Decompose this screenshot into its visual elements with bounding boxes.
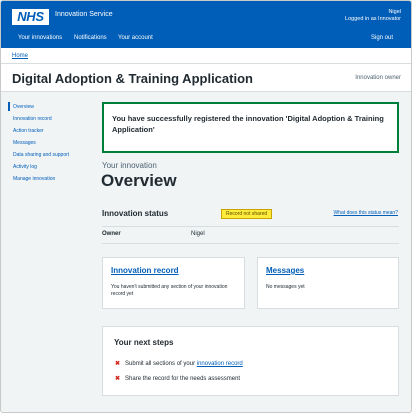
next-step-item: ✖ Share the record for the needs assessme… [115, 375, 240, 382]
title-band: Home Digital Adoption & Training Applica… [1, 48, 411, 92]
account-info: Nigel Logged in as Innovator [345, 9, 401, 23]
innovation-record-text: You haven't submitted any section of you… [111, 284, 228, 297]
primary-nav: Your innovations Notifications Your acco… [1, 30, 411, 48]
next-step-item: ✖ Submit all sections of your innovation … [115, 360, 243, 367]
overview-heading: Overview [101, 171, 177, 190]
service-name[interactable]: Innovation Service [55, 11, 113, 18]
user-name: Nigel [388, 9, 401, 15]
messages-link[interactable]: Messages [266, 266, 304, 275]
sidebar-item-action-tracker[interactable]: Action tracker [13, 128, 44, 134]
status-heading: Innovation status [102, 209, 169, 218]
sidebar-item-manage-innovation[interactable]: Manage innovation [13, 176, 55, 182]
status-help-link[interactable]: What does this status mean? [334, 210, 398, 216]
next-steps-heading: Your next steps [114, 338, 174, 347]
status-divider [102, 226, 399, 227]
sidebar-item-overview[interactable]: Overview [13, 104, 34, 110]
site-header: NHS Innovation Service Nigel Logged in a… [1, 1, 411, 48]
owner-value: Nigel [191, 231, 205, 237]
app-frame: NHS Innovation Service Nigel Logged in a… [0, 0, 412, 413]
breadcrumb-home[interactable]: Home [12, 53, 28, 59]
messages-text: No messages yet [266, 284, 305, 290]
sign-out-link[interactable]: Sign out [371, 35, 393, 41]
success-message: You have successfully registered the inn… [112, 114, 384, 134]
user-role: Innovation owner [355, 75, 401, 81]
innovation-record-inline-link[interactable]: innovation record [197, 361, 243, 367]
nav-your-innovations[interactable]: Your innovations [18, 35, 62, 41]
innovation-record-card: Innovation record You haven't submitted … [102, 257, 245, 309]
sidebar-item-messages[interactable]: Messages [13, 140, 36, 146]
step-text: Submit all sections of your [125, 361, 196, 367]
cross-icon: ✖ [115, 361, 121, 367]
sidebar-item-data-sharing[interactable]: Data sharing and support [13, 152, 69, 158]
owner-divider [102, 243, 399, 244]
overview-caption: Your innovation [102, 161, 157, 170]
nav-notifications[interactable]: Notifications [74, 35, 107, 41]
nav-your-account[interactable]: Your account [118, 35, 153, 41]
messages-card: Messages No messages yet [257, 257, 399, 309]
cross-icon: ✖ [115, 376, 121, 382]
status-badge: Record not shared [221, 209, 273, 219]
nhs-logo[interactable]: NHS [12, 9, 49, 25]
breadcrumb-divider [1, 63, 411, 64]
next-steps-panel: Your next steps ✖ Submit all sections of … [102, 326, 399, 396]
innovation-record-link[interactable]: Innovation record [111, 266, 179, 275]
user-status: Logged in as Innovator [345, 16, 401, 22]
step-text: Share the record for the needs assessmen… [125, 376, 241, 382]
sidebar-item-innovation-record[interactable]: Innovation record [13, 116, 52, 122]
success-banner: You have successfully registered the inn… [102, 102, 399, 153]
sidebar-item-activity-log[interactable]: Activity log [13, 164, 37, 170]
active-indicator [8, 102, 10, 111]
owner-label: Owner [102, 231, 121, 237]
page-title: Digital Adoption & Training Application [12, 71, 253, 86]
